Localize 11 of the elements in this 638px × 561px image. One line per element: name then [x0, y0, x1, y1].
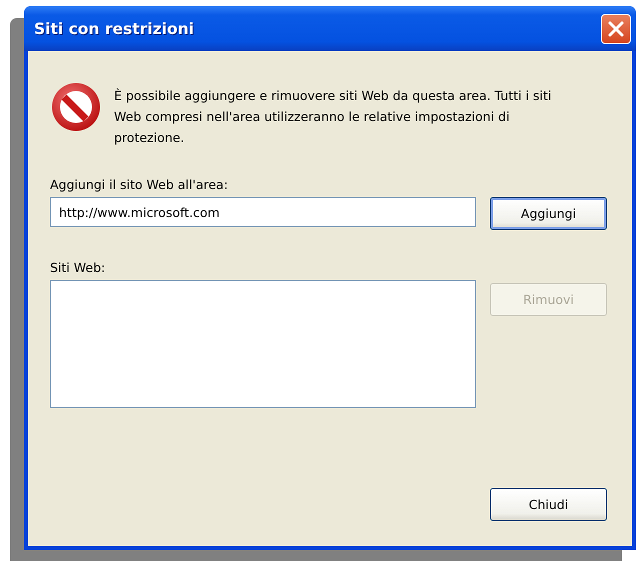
field-label: Aggiungi il sito Web all'area: [50, 177, 229, 192]
info-message: È possibile aggiungere e rimuovere siti Web da questa area. Tutti i siti Web compresi nell'area utilizzeranno le relative impostazioni di protezione. [114, 87, 552, 147]
window-title: Siti con restrizioni [34, 20, 194, 38]
site-input-field[interactable]: http://www.microsoft.com [50, 197, 476, 227]
close-icon [607, 20, 625, 38]
list-label: Siti Web: [50, 260, 106, 275]
sites-listbox[interactable] [50, 280, 476, 408]
prohibited-icon [50, 81, 102, 133]
close-dialog-button[interactable]: Chiudi [490, 488, 607, 521]
add-button[interactable]: Aggiungi [490, 197, 607, 230]
close-button[interactable] [601, 14, 631, 44]
